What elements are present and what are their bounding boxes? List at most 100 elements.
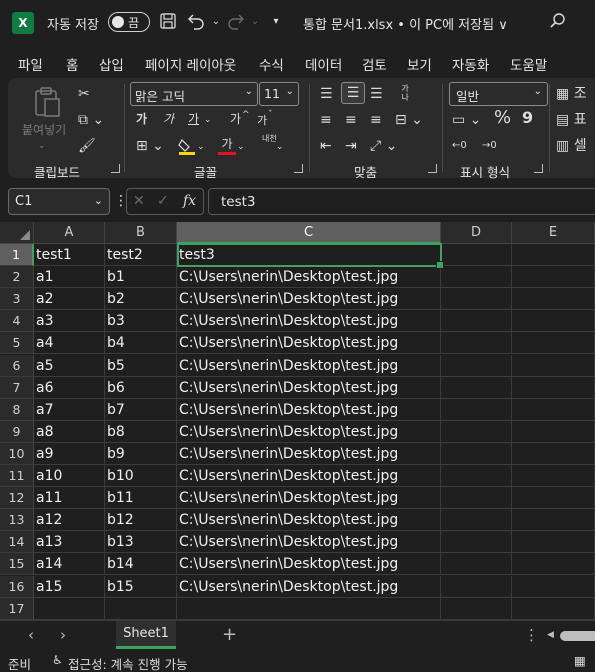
autosave-toggle[interactable]: 끔 bbox=[108, 12, 150, 32]
increase-indent-icon[interactable]: ⇥ bbox=[345, 136, 357, 156]
borders-icon[interactable]: ⊞ ⌄ bbox=[136, 136, 164, 156]
row-header[interactable]: 13 bbox=[0, 509, 34, 532]
bold-button[interactable]: 가 bbox=[136, 109, 147, 129]
accounting-format-icon[interactable]: ▭ ⌄ bbox=[452, 110, 481, 130]
tab-insert[interactable]: 삽입 bbox=[99, 54, 124, 74]
cell-c17[interactable] bbox=[177, 597, 441, 620]
align-top-icon[interactable]: ☰ bbox=[320, 84, 333, 104]
cell-a11[interactable]: a10 bbox=[34, 465, 105, 488]
number-launcher-icon[interactable] bbox=[534, 164, 543, 173]
cell-c13[interactable]: C:\Users\nerin\Desktop\test.jpg bbox=[177, 509, 441, 532]
cell-c5[interactable]: C:\Users\nerin\Desktop\test.jpg bbox=[177, 332, 441, 355]
cell-a14[interactable]: a13 bbox=[34, 531, 105, 554]
tab-home[interactable]: 홈 bbox=[66, 54, 79, 81]
tab-page-layout[interactable]: 페이지 레이아웃 bbox=[145, 54, 236, 74]
cell-c15[interactable]: C:\Users\nerin\Desktop\test.jpg bbox=[177, 553, 441, 576]
cell-e1[interactable] bbox=[512, 244, 595, 267]
cell-d1[interactable] bbox=[441, 244, 512, 267]
cell-e13[interactable] bbox=[512, 509, 595, 532]
align-center-icon[interactable]: ≡ bbox=[345, 110, 357, 130]
row-header[interactable]: 15 bbox=[0, 553, 34, 576]
cell-d17[interactable] bbox=[441, 597, 512, 620]
cell-a15[interactable]: a14 bbox=[34, 553, 105, 576]
align-bottom-icon[interactable]: ☰ bbox=[370, 84, 383, 104]
cell-c11[interactable]: C:\Users\nerin\Desktop\test.jpg bbox=[177, 465, 441, 488]
cell-b17[interactable] bbox=[105, 597, 177, 620]
cell-e17[interactable] bbox=[512, 597, 595, 620]
accessibility-status[interactable]: 접근성: 계속 진행 가능 bbox=[68, 654, 188, 672]
column-header[interactable]: C bbox=[177, 222, 441, 244]
underline-dropdown-icon[interactable]: ⌄ bbox=[204, 110, 212, 130]
cell-c4[interactable]: C:\Users\nerin\Desktop\test.jpg bbox=[177, 310, 441, 333]
scroll-left-icon[interactable]: ◀ bbox=[547, 630, 554, 640]
tab-automate[interactable]: 자동화 bbox=[452, 54, 489, 74]
cell-c9[interactable]: C:\Users\nerin\Desktop\test.jpg bbox=[177, 420, 441, 443]
cancel-icon[interactable]: ✕ bbox=[133, 191, 145, 211]
cell-d15[interactable] bbox=[441, 553, 512, 576]
cell-b13[interactable]: b12 bbox=[105, 509, 177, 532]
cell-e10[interactable] bbox=[512, 442, 595, 465]
sheet-tab-sheet1[interactable]: Sheet1 bbox=[116, 621, 176, 649]
cell-b3[interactable]: b2 bbox=[105, 288, 177, 311]
paste-icon[interactable] bbox=[30, 86, 64, 120]
tab-review[interactable]: 검토 bbox=[362, 54, 387, 74]
cell-e5[interactable] bbox=[512, 332, 595, 355]
cell-d3[interactable] bbox=[441, 288, 512, 311]
tab-formulas[interactable]: 수식 bbox=[259, 54, 284, 74]
cell-e14[interactable] bbox=[512, 531, 595, 554]
format-painter-icon[interactable]: 🖌 bbox=[78, 136, 96, 156]
cell-a9[interactable]: a8 bbox=[34, 420, 105, 443]
row-header[interactable]: 5 bbox=[0, 332, 34, 355]
copy-icon[interactable]: ⧉ ⌄ bbox=[78, 110, 104, 130]
enter-icon[interactable]: ✓ bbox=[157, 191, 169, 211]
cell-b8[interactable]: b7 bbox=[105, 398, 177, 421]
underline-button[interactable]: 가 bbox=[188, 109, 199, 129]
save-icon[interactable] bbox=[158, 12, 178, 32]
cell-e8[interactable] bbox=[512, 398, 595, 421]
row-header[interactable]: 9 bbox=[0, 420, 34, 443]
cell-b16[interactable]: b15 bbox=[105, 575, 177, 598]
cell-d16[interactable] bbox=[441, 575, 512, 598]
worksheet-grid[interactable]: A B C D E 1 test1 test2 test3 2 a1 b1 C:\Users\nerin… bbox=[0, 222, 595, 620]
cell-c8[interactable]: C:\Users\nerin\Desktop\test.jpg bbox=[177, 398, 441, 421]
row-header[interactable]: 1 bbox=[0, 244, 34, 267]
prev-sheet-icon[interactable]: ‹ bbox=[28, 626, 34, 644]
cell-styles-icon[interactable]: ▥ 셀 bbox=[556, 136, 587, 156]
format-as-table-icon[interactable]: ▤ 표 bbox=[556, 110, 587, 130]
number-format-select[interactable]: 일반 ⌄ bbox=[449, 82, 548, 106]
align-left-icon[interactable]: ≡ bbox=[320, 110, 332, 130]
phonetic-button[interactable]: 내천 bbox=[262, 134, 277, 144]
select-all-button[interactable] bbox=[0, 222, 34, 244]
decrease-indent-icon[interactable]: ⇤ bbox=[320, 136, 332, 156]
insert-function-button[interactable]: fx bbox=[183, 191, 196, 211]
cell-d13[interactable] bbox=[441, 509, 512, 532]
cell-b12[interactable]: b11 bbox=[105, 487, 177, 510]
formula-input[interactable]: test3 bbox=[208, 188, 595, 215]
cell-c3[interactable]: C:\Users\nerin\Desktop\test.jpg bbox=[177, 288, 441, 311]
cell-a17[interactable] bbox=[34, 597, 105, 620]
tab-data[interactable]: 데이터 bbox=[305, 54, 343, 81]
cell-c14[interactable]: C:\Users\nerin\Desktop\test.jpg bbox=[177, 531, 441, 554]
tab-help[interactable]: 도움말 bbox=[510, 54, 547, 74]
search-icon[interactable] bbox=[548, 12, 568, 32]
cell-b4[interactable]: b3 bbox=[105, 310, 177, 333]
row-header[interactable]: 7 bbox=[0, 376, 34, 399]
comma-style-button[interactable]: 9 bbox=[522, 108, 533, 128]
wrap-text-button[interactable]: 가나 bbox=[398, 84, 412, 102]
cell-a16[interactable]: a15 bbox=[34, 575, 105, 598]
cell-e6[interactable] bbox=[512, 354, 595, 377]
row-header[interactable]: 4 bbox=[0, 310, 34, 333]
cell-d11[interactable] bbox=[441, 465, 512, 488]
document-title[interactable]: 통합 문서1.xlsx • 이 PC에 저장됨 ∨ bbox=[303, 14, 508, 33]
cell-c2[interactable]: C:\Users\nerin\Desktop\test.jpg bbox=[177, 266, 441, 289]
row-header[interactable]: 10 bbox=[0, 442, 34, 465]
row-header[interactable]: 2 bbox=[0, 266, 34, 289]
cell-b1[interactable]: test2 bbox=[105, 244, 177, 267]
italic-button[interactable]: 가 bbox=[163, 109, 174, 129]
fill-color-icon[interactable] bbox=[178, 136, 196, 162]
phonetic-dropdown-icon[interactable]: ⌄ bbox=[276, 137, 284, 157]
cell-a2[interactable]: a1 bbox=[34, 266, 105, 289]
cell-d12[interactable] bbox=[441, 487, 512, 510]
cell-c7[interactable]: C:\Users\nerin\Desktop\test.jpg bbox=[177, 376, 441, 399]
cell-a12[interactable]: a11 bbox=[34, 487, 105, 510]
